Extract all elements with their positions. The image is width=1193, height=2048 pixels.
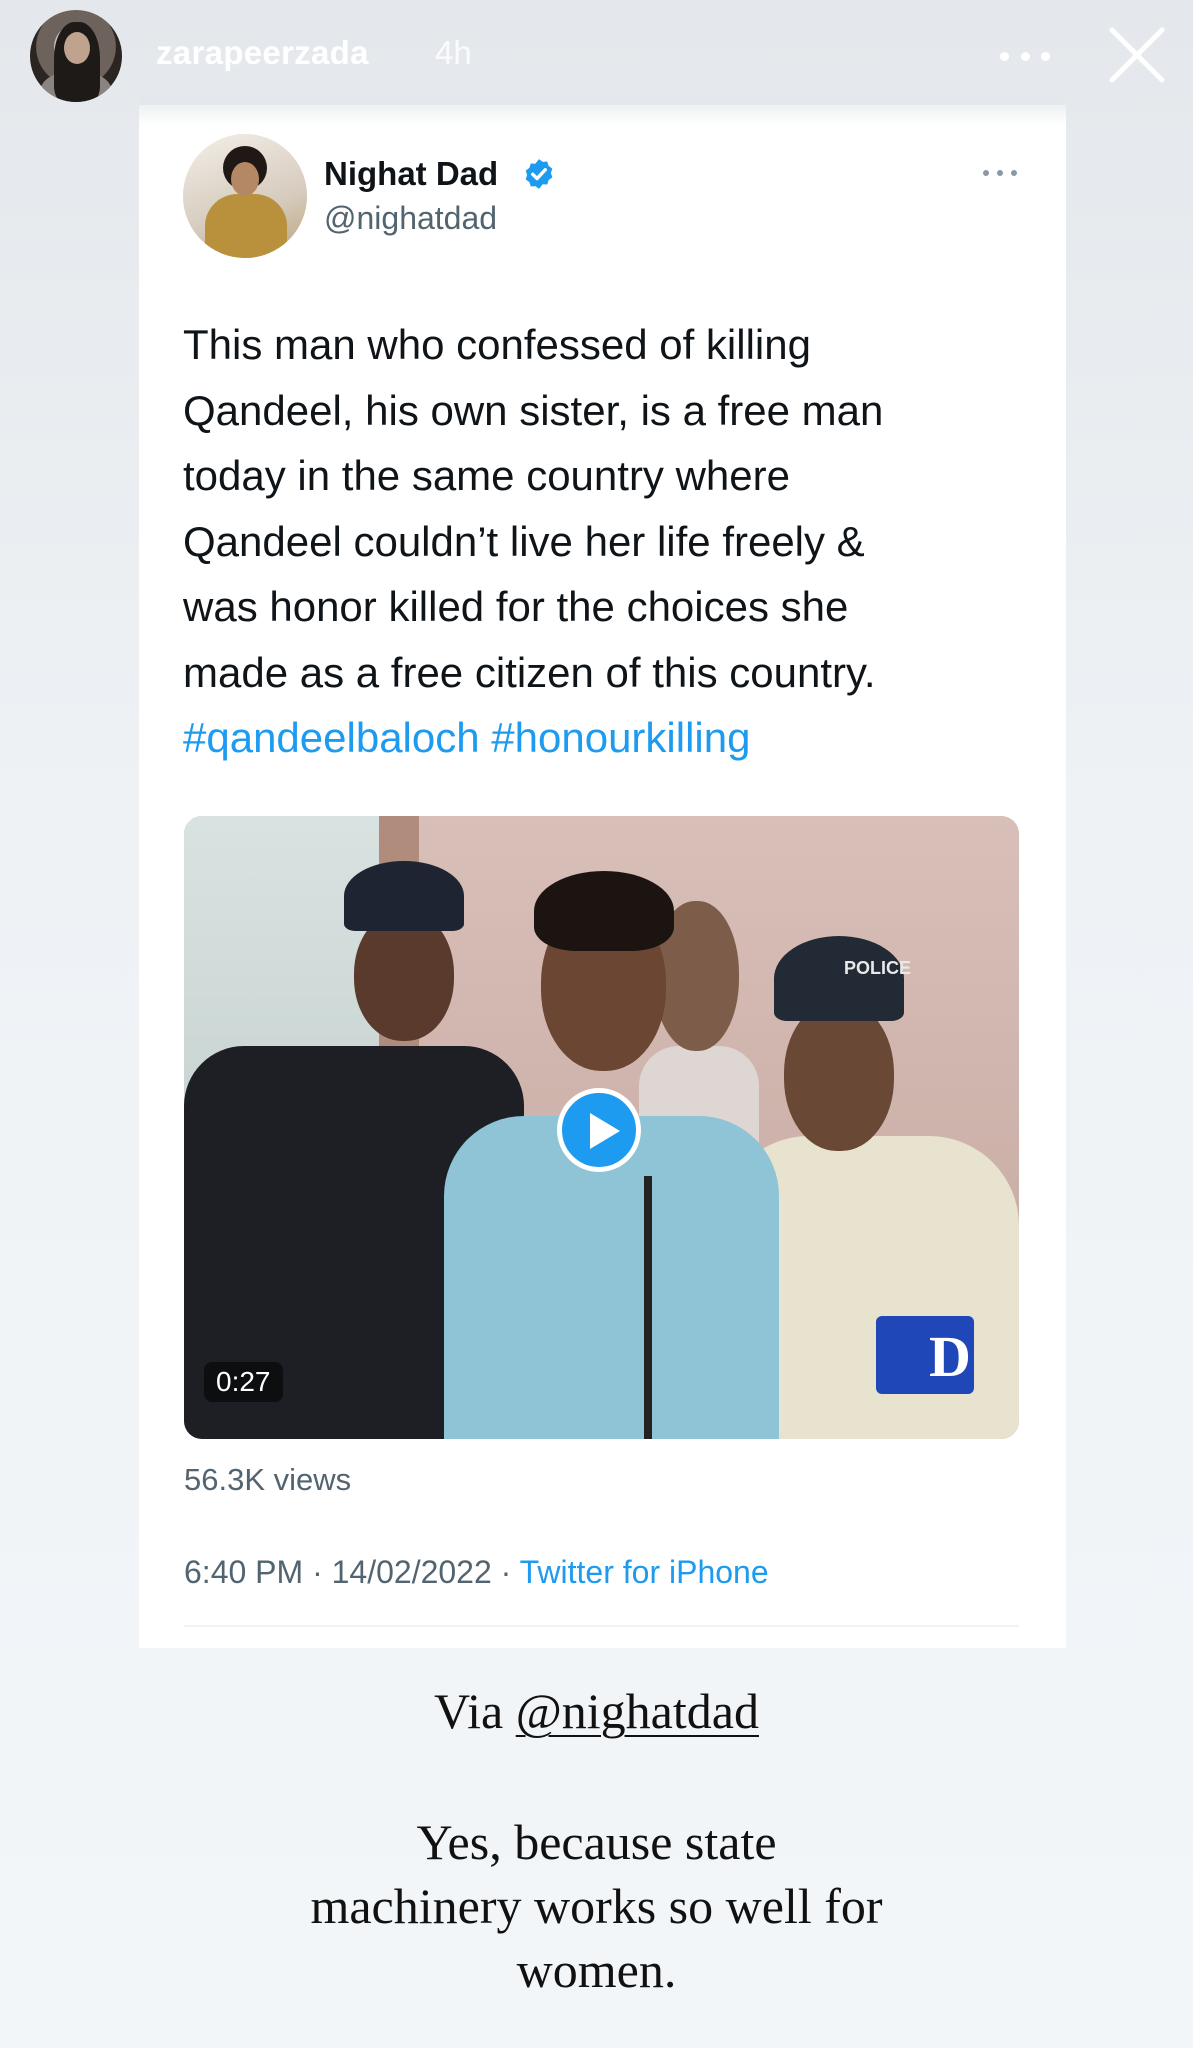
meta-separator: ·	[303, 1554, 332, 1590]
view-count: 56.3K views	[184, 1462, 352, 1497]
author-avatar	[183, 134, 307, 258]
story-time: 4h	[435, 34, 472, 71]
tweet-text-line: made as a free citizen of this country.	[183, 648, 876, 696]
more-horizontal-icon[interactable]	[1000, 50, 1050, 62]
tweet-meta: 6:40 PM · 14/02/2022 · Twitter for iPhon…	[184, 1554, 769, 1591]
via-mention[interactable]: @nighatdad	[516, 1683, 759, 1739]
tweet-text-line: Qandeel, his own sister, is a free man	[183, 386, 884, 434]
tweet-text-line: was honor killed for the choices she	[183, 583, 849, 630]
card-divider	[184, 1625, 1019, 1627]
police-cap-text: POLICE	[844, 958, 912, 978]
author-name: Nighat Dad	[324, 155, 499, 192]
tweet-text: This man who confessed of killing Qandee…	[183, 312, 1043, 771]
tweet-client: Twitter for iPhone	[519, 1554, 769, 1590]
mic-logo-letter: D	[929, 1324, 971, 1389]
video-duration: 0:27	[204, 1362, 283, 1402]
verified-badge-icon	[525, 159, 553, 189]
remark-line: Yes, because state	[416, 1814, 777, 1870]
via-prefix: Via	[434, 1683, 516, 1739]
remark-caption: Yes, because state machinery works so we…	[0, 1810, 1193, 2002]
tweet-hashtags: #qandeelbaloch #honourkilling	[183, 714, 751, 761]
story-username[interactable]: zarapeerzada	[156, 34, 369, 72]
tweet-more-icon	[983, 170, 1017, 178]
remark-line: machinery works so well for	[310, 1878, 883, 1934]
via-caption: Via @nighatdad	[0, 1682, 1193, 1740]
tweet-text-line: Qandeel couldn’t live her life freely &	[183, 517, 865, 565]
tweet-text-line: This man who confessed of killing	[183, 321, 811, 368]
tweet-text-line: today in the same country where	[183, 452, 790, 499]
close-icon[interactable]	[1106, 24, 1168, 86]
tweet-time: 6:40 PM	[184, 1554, 304, 1590]
card-top-fade	[139, 95, 1066, 125]
meta-separator: ·	[491, 1554, 520, 1590]
tweet-date: 14/02/2022	[331, 1554, 492, 1590]
story-header: zarapeerzada 4h	[0, 0, 1193, 110]
remark-line: women.	[516, 1942, 677, 1998]
story-avatar[interactable]	[30, 10, 122, 102]
video-thumbnail: POLICE D 0:27	[184, 816, 1019, 1439]
author-handle: @nighatdad	[324, 200, 498, 236]
play-icon	[557, 1088, 641, 1172]
